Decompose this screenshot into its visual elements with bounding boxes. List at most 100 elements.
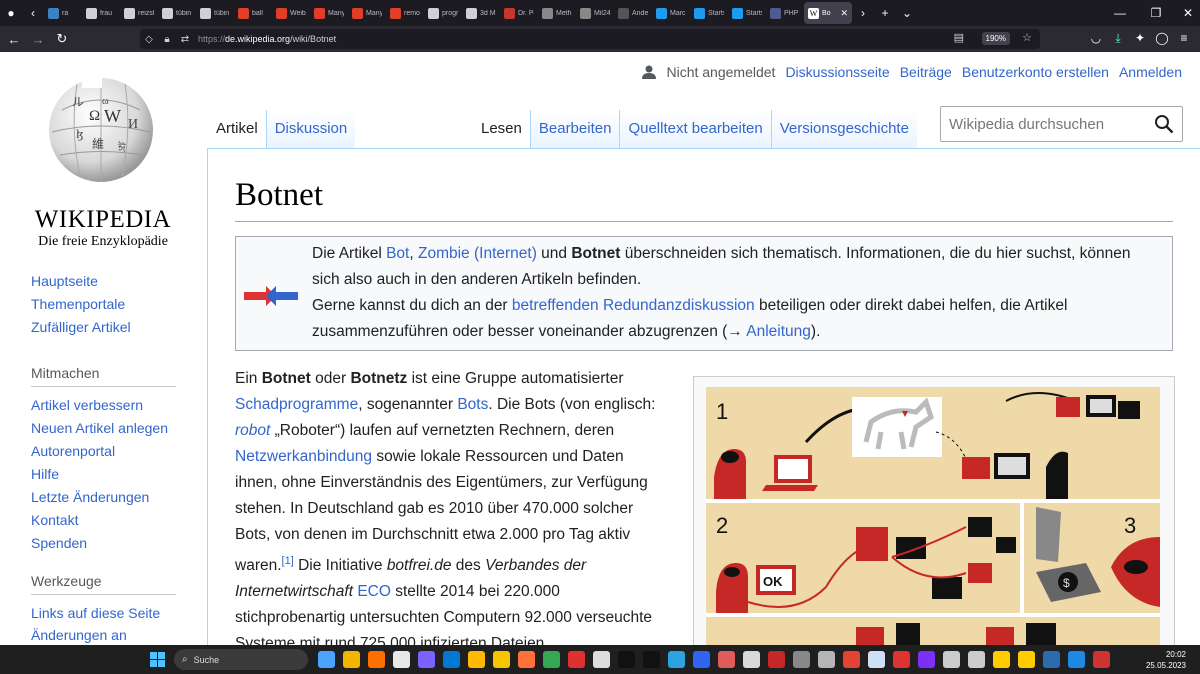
sidebar-item-mitmachen-5[interactable]: Kontakt xyxy=(31,509,181,532)
browser-tab[interactable]: Dr. Pa xyxy=(500,0,538,26)
taskbar-app-icon[interactable] xyxy=(318,651,335,668)
close-window-icon[interactable]: ✕ xyxy=(1168,0,1200,26)
url-text[interactable]: https://de.wikipedia.org/wiki/Botnet xyxy=(198,34,336,44)
lock-icon[interactable]: 🔒︎ xyxy=(158,34,176,45)
link-anleitung[interactable]: Anleitung xyxy=(746,323,811,340)
link-redundanzdiskussion[interactable]: betreffenden Redundanzdiskussion xyxy=(512,297,755,314)
pocket-icon[interactable]: ◡ xyxy=(1088,31,1104,46)
browser-tab-active[interactable]: W Bo ✕ xyxy=(804,2,852,24)
menu-icon[interactable]: ≡ xyxy=(1176,31,1192,46)
browser-tab[interactable]: tübin xyxy=(196,0,234,26)
taskbar-app-icon[interactable] xyxy=(618,651,635,668)
taskbar-app-icon[interactable] xyxy=(768,651,785,668)
taskbar-app-icon[interactable] xyxy=(718,651,735,668)
sidebar-item-mitmachen-6[interactable]: Spenden xyxy=(31,532,181,555)
taskbar-app-icon[interactable] xyxy=(493,651,510,668)
downloads-icon[interactable]: ⤓ xyxy=(1110,31,1126,46)
create-account-link[interactable]: Benutzerkonto erstellen xyxy=(962,64,1109,80)
browser-tab[interactable]: ra xyxy=(44,0,82,26)
link-bots[interactable]: Bots xyxy=(457,396,488,413)
firefox-view-icon[interactable]: ● xyxy=(0,6,22,20)
taskbar-app-icon[interactable] xyxy=(1093,651,1110,668)
taskbar-app-icon[interactable] xyxy=(643,651,660,668)
wikipedia-logo[interactable]: Ω W ル ω И 維 ঈ ɮ WIKIPEDIA Die freie Enzy… xyxy=(28,70,178,250)
sidebar-item-werkzeuge-1[interactable]: Änderungen an verlinkten Seiten xyxy=(31,625,181,645)
browser-tab[interactable]: tübin xyxy=(158,0,196,26)
taskbar-app-icon[interactable] xyxy=(418,651,435,668)
bookmark-star-icon[interactable]: ☆ xyxy=(1022,31,1032,44)
sidebar-item-werkzeuge-0[interactable]: Links auf diese Seite xyxy=(31,602,181,625)
tab-bearbeiten[interactable]: Bearbeiten xyxy=(529,110,620,148)
reload-icon[interactable]: ↻ xyxy=(50,31,74,47)
browser-tab[interactable]: reizst xyxy=(120,0,158,26)
sidebar-item-mitmachen-1[interactable]: Neuen Artikel anlegen xyxy=(31,417,181,440)
sidebar-item-main-2[interactable]: Zufälliger Artikel xyxy=(31,316,181,339)
sidebar-item-mitmachen-0[interactable]: Artikel verbessern xyxy=(31,394,181,417)
browser-tab[interactable]: Mil24 xyxy=(576,0,614,26)
link-zombie-internet[interactable]: Zombie (Internet) xyxy=(418,245,537,262)
sidebar-item-mitmachen-2[interactable]: Autorenportal xyxy=(31,440,181,463)
permissions-icon[interactable]: ⇄ xyxy=(176,34,194,45)
taskbar-app-icon[interactable] xyxy=(693,651,710,668)
close-tab-icon[interactable]: ✕ xyxy=(840,8,848,19)
browser-tab[interactable]: Meth xyxy=(538,0,576,26)
zoom-level-badge[interactable]: 190% xyxy=(981,32,1010,45)
browser-tab[interactable]: PHP xyxy=(766,0,804,26)
talk-page-link[interactable]: Diskussionsseite xyxy=(785,64,889,80)
taskbar-app-icon[interactable] xyxy=(993,651,1010,668)
taskbar-app-icon[interactable] xyxy=(968,651,985,668)
reference-1[interactable]: [1] xyxy=(282,555,294,567)
tab-versionsgeschichte[interactable]: Versionsgeschichte xyxy=(770,110,917,148)
system-clock[interactable]: 20:02 25.05.2023 xyxy=(1146,649,1186,671)
link-schadprogramme[interactable]: Schadprogramme xyxy=(235,396,358,413)
taskbar-app-icon[interactable] xyxy=(518,651,535,668)
link-bot[interactable]: Bot xyxy=(386,245,409,262)
tab-artikel[interactable]: Artikel xyxy=(208,110,266,148)
browser-tab[interactable]: ball xyxy=(234,0,272,26)
account-icon[interactable]: ◯ xyxy=(1154,31,1170,46)
taskbar-app-icon[interactable] xyxy=(343,651,360,668)
reader-view-icon[interactable]: ▤ xyxy=(954,31,964,44)
new-tab-icon[interactable]: + xyxy=(874,6,896,20)
scroll-tabs-left-icon[interactable]: ‹ xyxy=(22,6,44,20)
taskbar-app-icon[interactable] xyxy=(568,651,585,668)
taskbar-app-icon[interactable] xyxy=(1043,651,1060,668)
forward-icon[interactable]: → xyxy=(26,32,50,47)
taskbar-app-icon[interactable] xyxy=(393,651,410,668)
back-icon[interactable]: ← xyxy=(2,32,26,47)
taskbar-app-icon[interactable] xyxy=(1068,651,1085,668)
browser-tab[interactable]: Starts xyxy=(690,0,728,26)
taskbar-search[interactable]: ⌕ Suche xyxy=(174,649,308,670)
contributions-link[interactable]: Beiträge xyxy=(900,64,952,80)
taskbar-app-icon[interactable] xyxy=(793,651,810,668)
shield-icon[interactable]: ◇ xyxy=(140,34,158,45)
login-link[interactable]: Anmelden xyxy=(1119,64,1182,80)
taskbar-app-icon[interactable] xyxy=(868,651,885,668)
taskbar-app-icon[interactable] xyxy=(468,651,485,668)
browser-tab[interactable]: Ände xyxy=(614,0,652,26)
browser-tab[interactable]: Starts xyxy=(728,0,766,26)
taskbar-app-icon[interactable] xyxy=(743,651,760,668)
sidebar-item-mitmachen-4[interactable]: Letzte Änderungen xyxy=(31,486,181,509)
browser-tab[interactable]: Marc xyxy=(652,0,690,26)
tab-quelltext-bearbeiten[interactable]: Quelltext bearbeiten xyxy=(619,110,771,148)
scroll-tabs-right-icon[interactable]: › xyxy=(852,6,874,20)
browser-tab[interactable]: remo xyxy=(386,0,424,26)
link-eco[interactable]: ECO xyxy=(357,583,391,600)
taskbar-app-icon[interactable] xyxy=(943,651,960,668)
taskbar-app-icon[interactable] xyxy=(843,651,860,668)
tab-lesen[interactable]: Lesen xyxy=(473,110,530,148)
sidebar-item-main-0[interactable]: Hauptseite xyxy=(31,270,181,293)
taskbar-app-icon[interactable] xyxy=(893,651,910,668)
url-bar[interactable]: ◇ 🔒︎ ⇄ https://de.wikipedia.org/wiki/Bot… xyxy=(140,29,1040,49)
browser-tab[interactable]: frau xyxy=(82,0,120,26)
link-robot[interactable]: robot xyxy=(235,422,270,439)
search-input[interactable] xyxy=(949,115,1149,133)
taskbar-app-icon[interactable] xyxy=(918,651,935,668)
browser-tab[interactable]: 3d M xyxy=(462,0,500,26)
minimize-window-icon[interactable]: — xyxy=(1100,0,1140,26)
sidebar-item-mitmachen-3[interactable]: Hilfe xyxy=(31,463,181,486)
taskbar-app-icon[interactable] xyxy=(818,651,835,668)
browser-tab[interactable]: progr xyxy=(424,0,462,26)
browser-tab[interactable]: Weib xyxy=(272,0,310,26)
